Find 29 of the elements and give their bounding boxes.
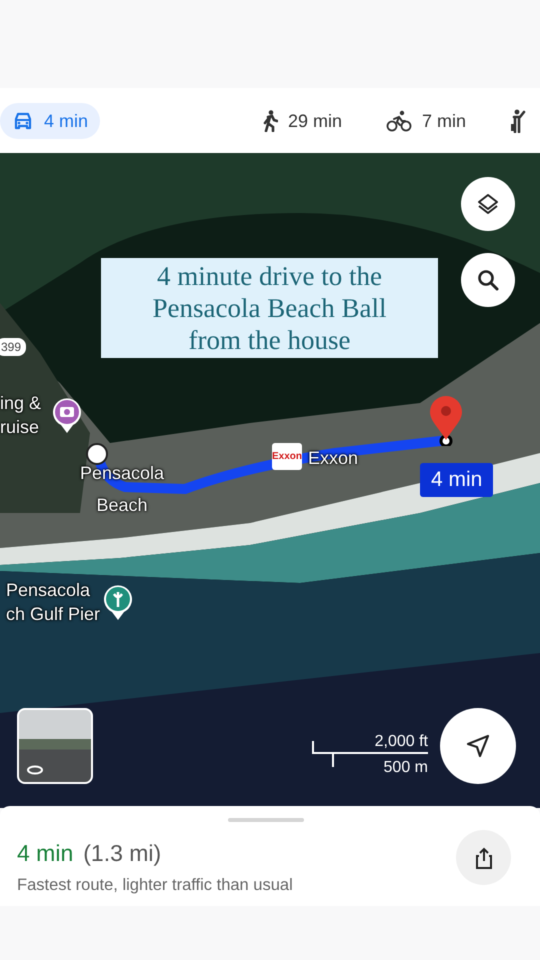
walking-person-icon: [262, 110, 278, 132]
travel-mode-tab[interactable]: 7 min: [374, 103, 478, 139]
gas-station-logo: Exxon: [272, 443, 302, 470]
place-label: Exxon: [308, 447, 358, 470]
navigation-arrow-icon: [465, 733, 491, 759]
hailing-person-icon: [509, 109, 527, 133]
travel-mode-tab[interactable]: 29 min: [250, 103, 354, 139]
travel-mode-tab[interactable]: 4 min: [0, 103, 100, 139]
place-label: ing & ruise: [0, 392, 42, 439]
rotate-icon: [26, 765, 44, 775]
scale-label: 500 m: [384, 759, 428, 777]
pier-pin-icon: [102, 583, 134, 621]
place-label: Pensacola ch Gulf Pier: [6, 579, 100, 626]
destination-pin-icon: [427, 396, 465, 446]
camera-pin-icon: [51, 396, 83, 434]
car-icon: [12, 112, 34, 130]
street-view-thumbnail[interactable]: [17, 708, 93, 784]
route-distance: (1.3 mi): [83, 840, 162, 867]
route-duration: 4 min: [17, 840, 74, 867]
share-icon: [474, 846, 494, 868]
road-shield: 399: [0, 338, 26, 356]
layers-icon: [476, 192, 500, 216]
caption-box: 4 minute drive to the Pensacola Beach Ball from the house: [101, 258, 438, 358]
route-summary: Fastest route, lighter traffic than usual: [17, 876, 293, 895]
scale-label: 2,000 ft: [374, 733, 428, 751]
route-time-badge: 4 min: [420, 463, 494, 497]
cyclist-icon: [386, 110, 412, 132]
search-icon: [476, 268, 500, 292]
drag-handle[interactable]: [228, 818, 304, 822]
